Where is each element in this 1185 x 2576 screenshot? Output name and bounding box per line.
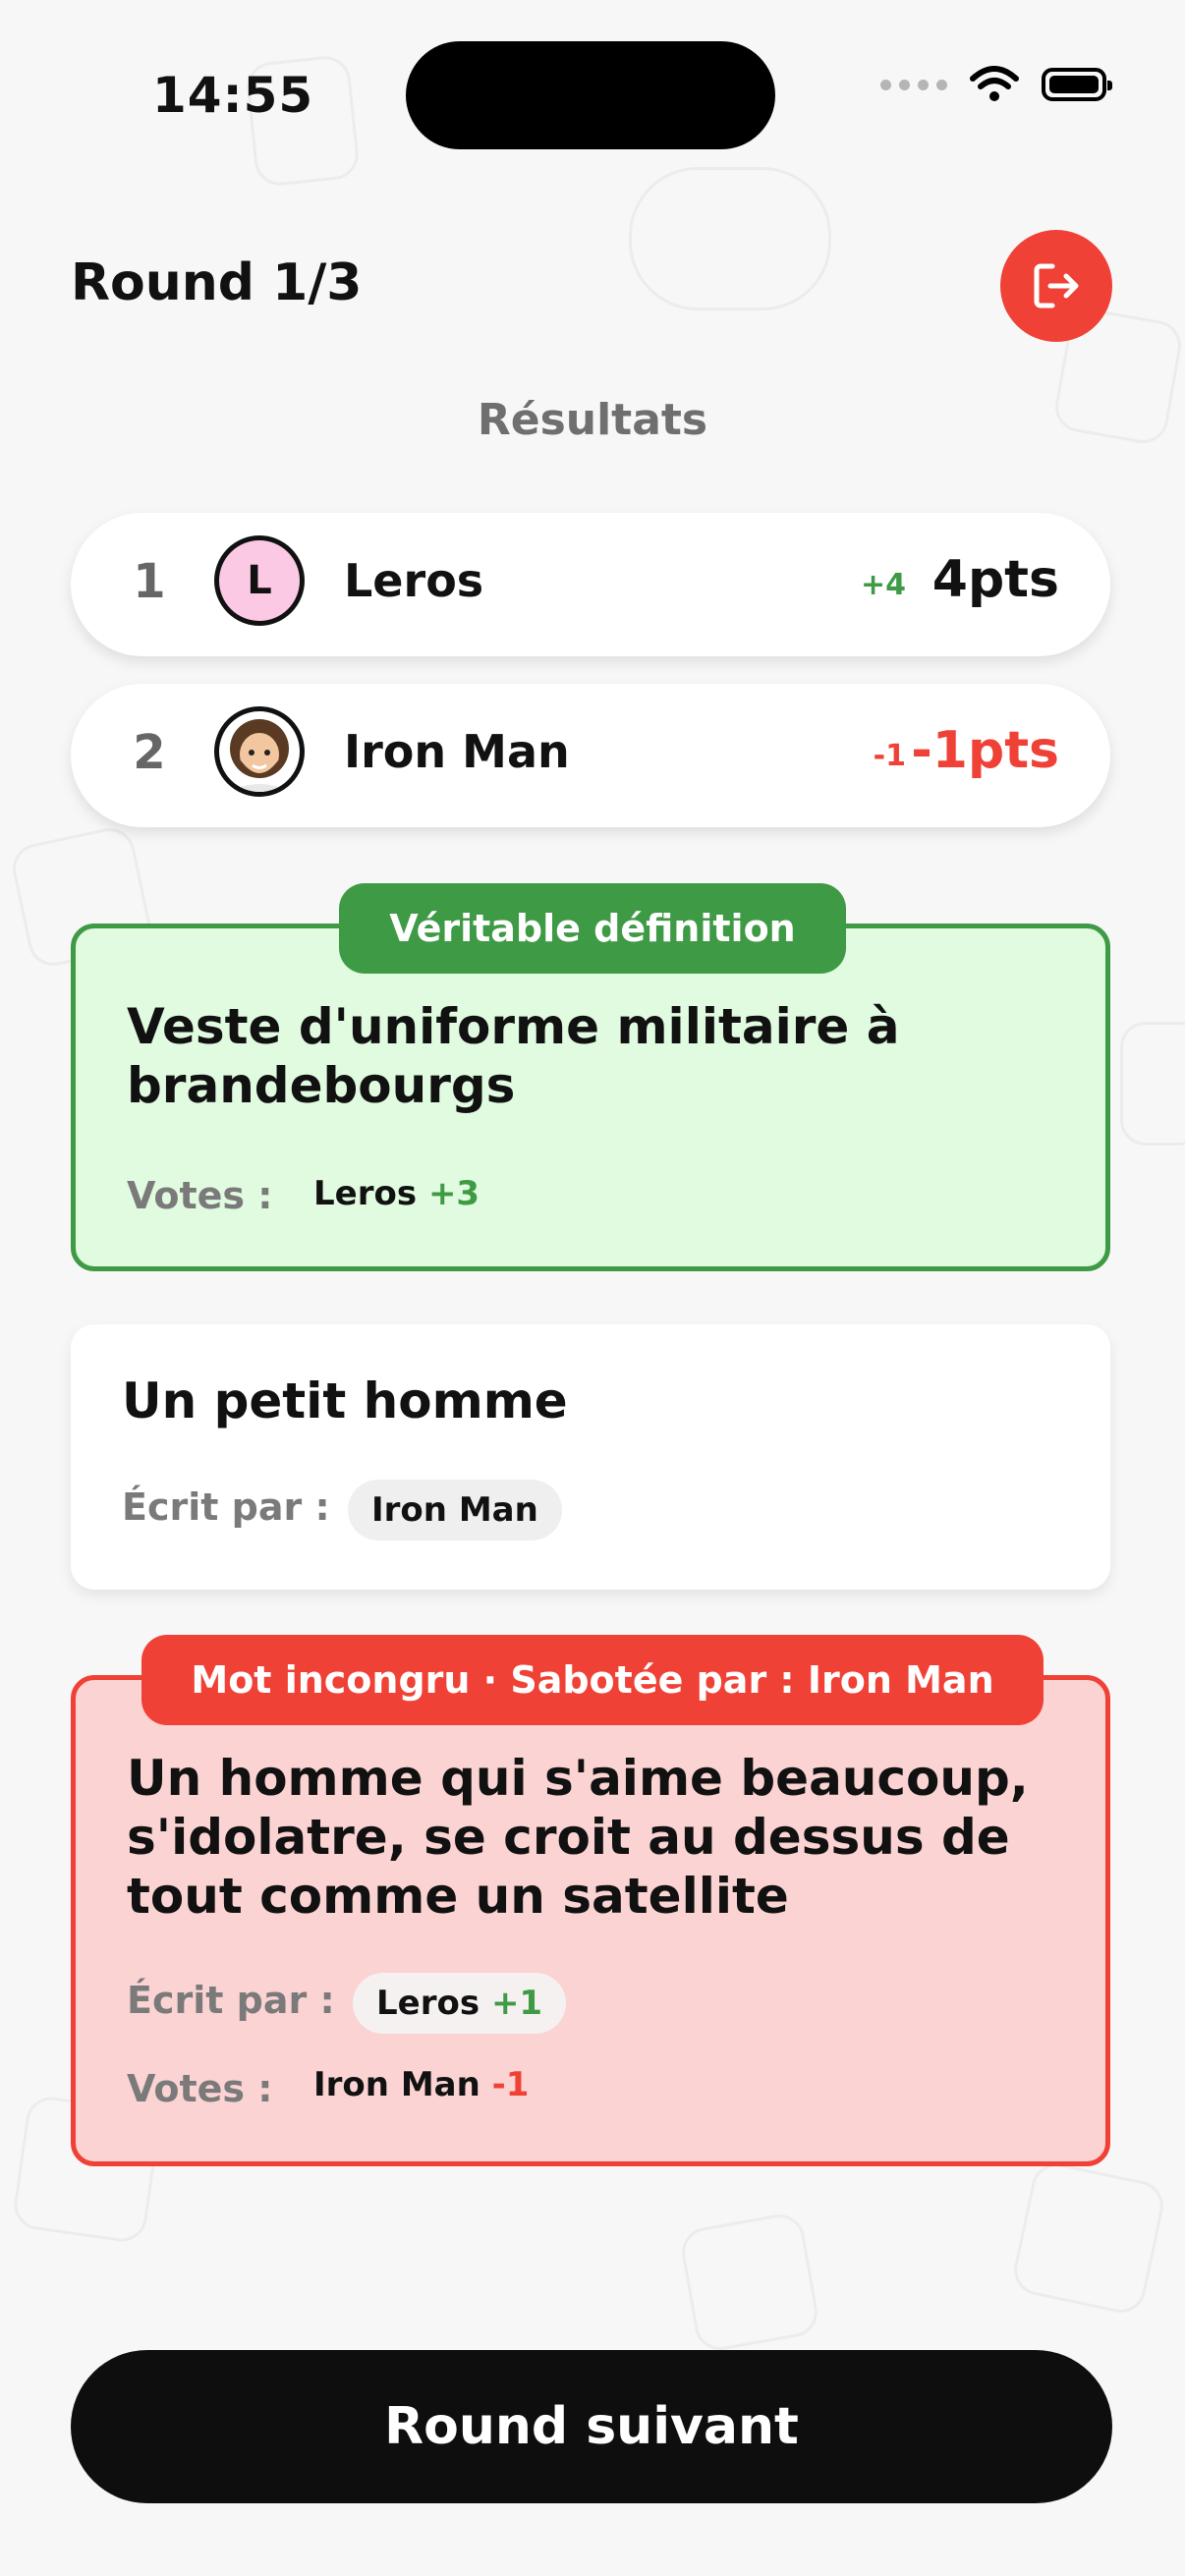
dynamic-island bbox=[406, 41, 775, 149]
rank-number: 2 bbox=[133, 725, 166, 780]
definition-card[interactable]: Un petit homme Écrit par : Iron Man bbox=[71, 1324, 1110, 1590]
written-by-label: Écrit par : bbox=[127, 1979, 335, 2022]
cartoon-face-avatar-icon bbox=[229, 719, 290, 792]
round-indicator: Round 1/3 bbox=[71, 253, 363, 312]
background-pattern bbox=[0, 0, 1185, 2576]
section-title: Résultats bbox=[477, 395, 708, 445]
score-row: 2 Iron Man -1 -1pts bbox=[71, 684, 1110, 827]
votes-label: Votes : bbox=[127, 2067, 273, 2110]
avatar-letter: L bbox=[247, 558, 272, 603]
rank-number: 1 bbox=[133, 554, 166, 609]
next-round-button[interactable]: Round suivant bbox=[71, 2350, 1112, 2503]
author-name: Leros bbox=[376, 1984, 480, 2023]
avatar bbox=[214, 706, 305, 797]
score-points: -1pts bbox=[911, 721, 1059, 780]
score-delta: +4 bbox=[860, 568, 906, 602]
score-delta: -1 bbox=[873, 739, 906, 773]
status-time: 14:55 bbox=[152, 67, 314, 124]
author-delta: +1 bbox=[490, 1984, 543, 2023]
status-icons bbox=[880, 65, 1112, 104]
battery-icon bbox=[1042, 68, 1112, 101]
definition-text: Veste d'uniforme militaire à brandebourg… bbox=[127, 998, 900, 1114]
votes-label: Votes : bbox=[127, 1174, 273, 1217]
vote-name: Leros bbox=[313, 1174, 418, 1213]
exit-button[interactable] bbox=[1000, 230, 1112, 342]
true-definition-tag: Véritable définition bbox=[339, 883, 846, 974]
vote-entry: Leros +3 bbox=[313, 1174, 480, 1213]
sabotage-tag: Mot incongru · Sabotée par : Iron Man bbox=[141, 1635, 1044, 1725]
vote-delta: -1 bbox=[491, 2065, 530, 2104]
sabotaged-definition-card[interactable]: Un homme qui s'aime beaucoup, s'idolatre… bbox=[71, 1675, 1110, 2166]
written-by-label: Écrit par : bbox=[122, 1485, 330, 1529]
true-definition-card[interactable]: Veste d'uniforme militaire à brandebourg… bbox=[71, 924, 1110, 1271]
player-name: Leros bbox=[344, 554, 484, 607]
definition-text: Un homme qui s'aime beaucoup, s'idolatre… bbox=[127, 1750, 1029, 1925]
player-name: Iron Man bbox=[344, 725, 570, 778]
vote-entry: Iron Man -1 bbox=[313, 2065, 529, 2104]
author-chip: Leros +1 bbox=[353, 1973, 567, 2034]
score-points: 4pts bbox=[931, 550, 1059, 609]
wifi-icon bbox=[970, 66, 1019, 101]
exit-door-arrow-icon bbox=[1034, 263, 1079, 308]
author-chip: Iron Man bbox=[348, 1480, 562, 1540]
vote-delta: +3 bbox=[427, 1174, 480, 1213]
score-row: 1 L Leros +4 4pts bbox=[71, 513, 1110, 656]
signal-icon bbox=[880, 79, 947, 90]
vote-name: Iron Man bbox=[313, 2065, 480, 2104]
definition-text: Un petit homme bbox=[122, 1372, 568, 1429]
avatar: L bbox=[214, 535, 305, 626]
